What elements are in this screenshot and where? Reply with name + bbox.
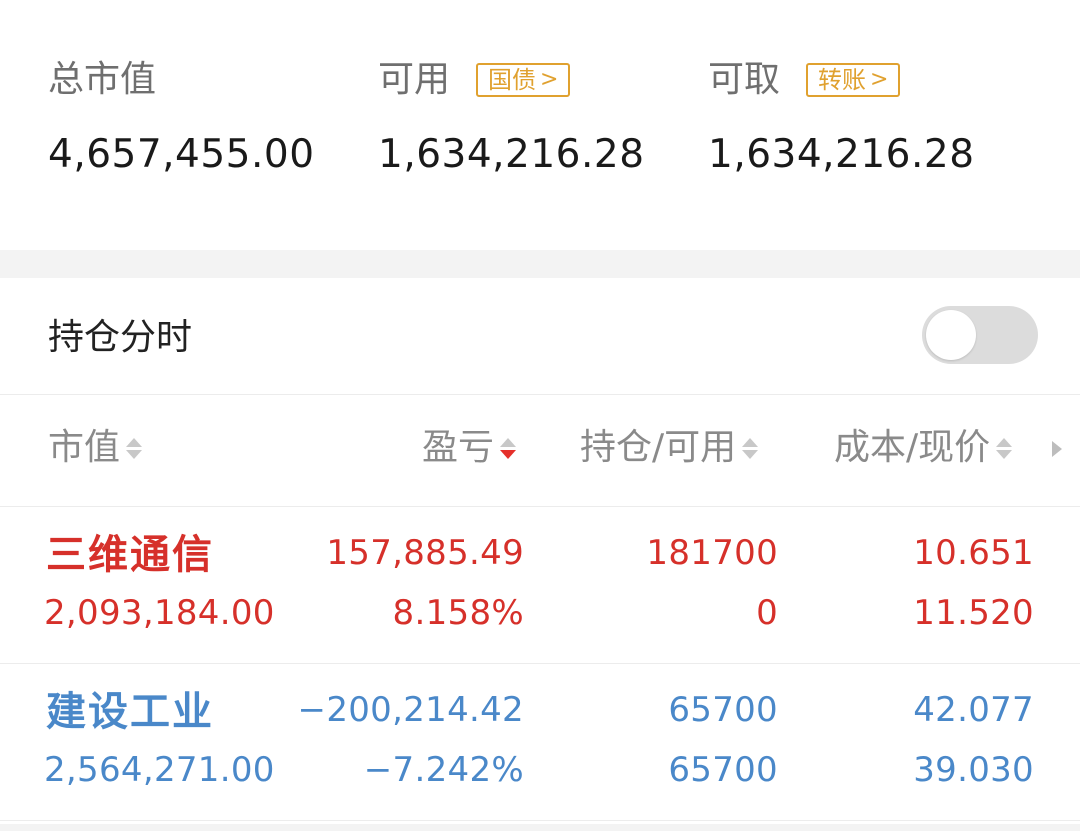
- holdings-header: 市值 盈亏 持仓/可用 成本/现价: [0, 396, 1080, 507]
- withdrawable-funds-amount: 1,634,216.28: [708, 132, 975, 177]
- stock-name: 三维通信: [46, 532, 214, 578]
- pnl-amount: −200,214.42: [297, 690, 524, 730]
- pnl-amount: 157,885.49: [326, 533, 524, 573]
- toggle-knob: [926, 310, 976, 360]
- transfer-label: 转账: [818, 66, 867, 94]
- intraday-position-toggle[interactable]: [922, 306, 1038, 364]
- account-summary: 总市值 4,657,455.00 可用 国债 > 1,634,216.28 可取…: [0, 0, 1080, 250]
- intraday-position-row: 持仓分时: [0, 278, 1080, 395]
- market-value: 2,564,271.00: [44, 750, 275, 790]
- column-pnl-label: 盈亏: [422, 427, 495, 468]
- treasury-bond-button[interactable]: 国债 >: [476, 63, 571, 97]
- column-cost-price[interactable]: 成本/现价: [834, 426, 1013, 470]
- sort-icon: [742, 437, 759, 459]
- column-pnl[interactable]: 盈亏: [422, 426, 517, 470]
- position-qty: 181700: [646, 533, 778, 573]
- stock-name: 建设工业: [46, 689, 214, 735]
- withdrawable-funds: 可取 转账 > 1,634,216.28: [708, 58, 975, 178]
- available-funds-label: 可用: [378, 59, 451, 100]
- market-value: 2,093,184.00: [44, 593, 275, 633]
- pnl-percent: 8.158%: [392, 593, 524, 633]
- bottom-divider: [0, 824, 1080, 831]
- holding-row[interactable]: 建设工业 2,564,271.00 −200,214.42 −7.242% 65…: [0, 664, 1080, 821]
- column-cost-price-label: 成本/现价: [834, 427, 991, 468]
- caret-right-icon[interactable]: [1052, 441, 1062, 457]
- available-funds: 可用 国债 > 1,634,216.28: [378, 58, 645, 178]
- sort-icon: [126, 437, 143, 459]
- cost-price: 10.651: [913, 533, 1034, 573]
- chevron-right-icon: >: [540, 67, 559, 92]
- transfer-button[interactable]: 转账 >: [806, 63, 901, 97]
- total-market-value-amount: 4,657,455.00: [48, 132, 315, 177]
- treasury-bond-label: 国债: [488, 66, 537, 94]
- withdrawable-funds-label: 可取: [708, 59, 781, 100]
- section-divider: [0, 250, 1080, 278]
- current-price: 11.520: [913, 593, 1034, 633]
- position-qty: 65700: [668, 690, 778, 730]
- column-position[interactable]: 持仓/可用: [580, 426, 759, 470]
- available-qty: 65700: [668, 750, 778, 790]
- column-market-value[interactable]: 市值: [48, 426, 143, 470]
- sort-icon: [996, 437, 1013, 459]
- column-market-value-label: 市值: [48, 427, 121, 468]
- available-qty: 0: [756, 593, 778, 633]
- sort-icon: [500, 437, 517, 459]
- holding-row[interactable]: 三维通信 2,093,184.00 157,885.49 8.158% 1817…: [0, 507, 1080, 664]
- current-price: 39.030: [913, 750, 1034, 790]
- column-position-label: 持仓/可用: [580, 427, 737, 468]
- pnl-percent: −7.242%: [363, 750, 524, 790]
- available-funds-amount: 1,634,216.28: [378, 132, 645, 177]
- total-market-value: 总市值 4,657,455.00: [48, 58, 315, 178]
- total-market-value-label: 总市值: [48, 59, 157, 100]
- chevron-right-icon: >: [870, 67, 889, 92]
- cost-price: 42.077: [913, 690, 1034, 730]
- intraday-position-label: 持仓分时: [48, 317, 193, 358]
